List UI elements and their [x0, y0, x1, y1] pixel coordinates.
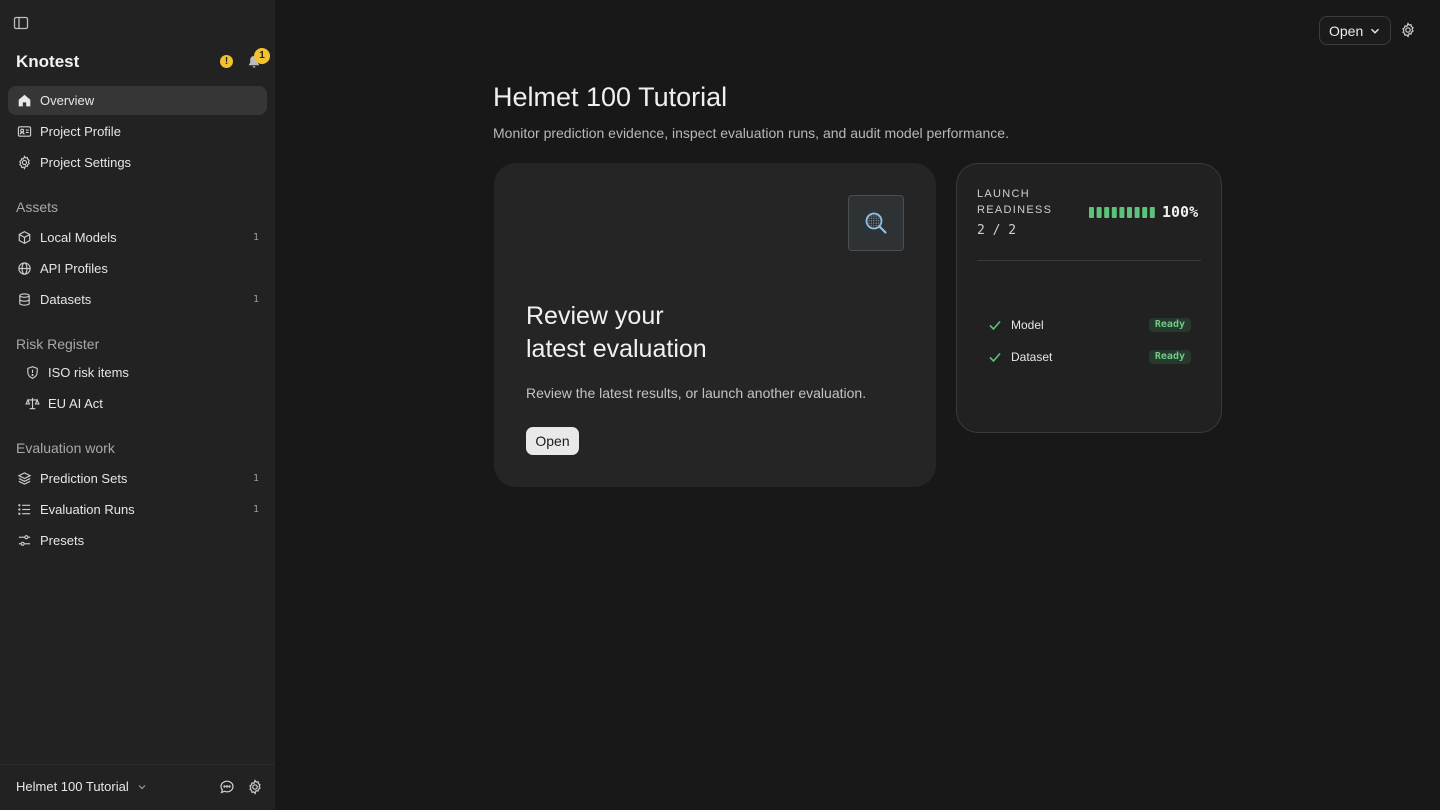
item-count: 1 [252, 232, 259, 243]
home-icon [16, 93, 32, 109]
sidebar-item-evaluation-runs[interactable]: Evaluation Runs 1 [8, 495, 267, 524]
brand-name: Knotest [16, 52, 80, 71]
open-dropdown[interactable]: Open [1319, 16, 1391, 45]
progress-segment [1096, 207, 1102, 218]
readiness-item-name: Dataset [1011, 350, 1053, 364]
readiness-label: LAUNCH READINESS [977, 186, 1077, 218]
progress-segment [1127, 207, 1132, 218]
progress-segment [1111, 207, 1117, 218]
divider [977, 260, 1201, 261]
sidebar-item-project-settings[interactable]: Project Settings [8, 148, 267, 177]
sliders-icon [16, 533, 32, 549]
chat-icon[interactable] [219, 779, 235, 795]
sidebar-item-iso-risk-items[interactable]: ISO risk items [8, 358, 267, 387]
progress-segment [1104, 207, 1110, 218]
progress-segment [1134, 207, 1140, 218]
chevron-down-icon [1371, 28, 1380, 34]
sidebar-footer: Helmet 100 Tutorial [0, 764, 275, 810]
sidebar-item-label: Overview [40, 93, 95, 108]
chevron-down-icon [138, 784, 146, 789]
warning-icon[interactable]: ! [220, 55, 233, 68]
section-risk-register: Risk Register [16, 336, 100, 352]
sidebar-item-overview[interactable]: Overview [8, 86, 267, 115]
search-tile [848, 195, 904, 251]
sidebar-item-presets[interactable]: Presets [8, 526, 267, 555]
card-heading: Review your latest evaluation [526, 300, 906, 366]
readiness-item-name: Model [1011, 318, 1044, 332]
review-evaluation-card: Review your latest evaluation Review the… [494, 163, 936, 487]
sidebar-item-label: Presets [40, 533, 85, 548]
progress-segment [1119, 207, 1125, 218]
settings-gear-icon[interactable] [247, 779, 263, 795]
gear-icon [16, 155, 32, 171]
sidebar-item-label: Prediction Sets [40, 471, 128, 486]
sidebar-item-api-profiles[interactable]: API Profiles [8, 254, 267, 283]
progress-segment [1142, 207, 1148, 218]
status-badge: Ready [1148, 318, 1191, 332]
readiness-label-line2: READINESS [977, 204, 1053, 216]
item-count: 1 [252, 473, 259, 484]
list-icon [16, 502, 32, 518]
check-icon [989, 320, 1001, 331]
sidebar-item-eu-ai-act[interactable]: EU AI Act [8, 389, 267, 418]
sidebar-item-project-profile[interactable]: Project Profile [8, 117, 267, 146]
readiness-count: 2 / 2 [977, 223, 1017, 238]
sidebar-item-label: Datasets [40, 292, 92, 307]
progress-segment [1149, 207, 1155, 218]
sidebar-item-local-models[interactable]: Local Models 1 [8, 223, 267, 252]
sidebar-item-datasets[interactable]: Datasets 1 [8, 285, 267, 314]
card-heading-line1: Review your [526, 302, 664, 330]
globe-icon [16, 261, 32, 277]
shield-icon [24, 365, 40, 381]
sidebar-item-label: EU AI Act [48, 396, 103, 411]
section-evaluation-work: Evaluation work [16, 440, 115, 456]
project-name: Helmet 100 Tutorial [16, 779, 129, 794]
card-description: Review the latest results, or launch ano… [526, 385, 867, 401]
project-switcher[interactable]: Helmet 100 Tutorial [16, 779, 147, 794]
cube-icon [16, 230, 32, 246]
sidebar-item-label: Evaluation Runs [40, 502, 135, 517]
readiness-label-line1: LAUNCH [977, 188, 1031, 200]
readiness-percent: 100% [1162, 203, 1199, 221]
layers-icon [16, 471, 32, 487]
magnifier-icon [865, 212, 887, 234]
page-title: Helmet 100 Tutorial [493, 82, 728, 112]
notification-badge: 1 [254, 48, 270, 64]
item-count: 1 [252, 294, 259, 305]
readiness-progress-bar [1089, 207, 1155, 218]
sidebar-item-label: ISO risk items [48, 365, 129, 380]
check-icon [989, 352, 1001, 363]
sidebar-item-label: Project Settings [40, 155, 132, 170]
sidebar-item-label: Local Models [40, 230, 117, 245]
launch-readiness-card: LAUNCH READINESS 2 / 2 100% Model Ready … [956, 163, 1222, 433]
id-card-icon [16, 124, 32, 140]
page-subtitle: Monitor prediction evidence, inspect eva… [493, 125, 1009, 141]
section-assets: Assets [16, 199, 59, 215]
item-count: 1 [252, 504, 259, 515]
sidebar-item-label: API Profiles [40, 261, 108, 276]
card-heading-line2: latest evaluation [526, 335, 707, 363]
open-dropdown-label: Open [1329, 22, 1364, 39]
readiness-item-dataset: Dataset Ready [987, 348, 1191, 366]
sidebar: Knotest ! 1 Overview Project Profile Pro… [0, 0, 275, 810]
progress-segment [1089, 207, 1094, 218]
database-icon [16, 292, 32, 308]
sidebar-toggle-icon[interactable] [12, 14, 30, 32]
sidebar-item-prediction-sets[interactable]: Prediction Sets 1 [8, 464, 267, 493]
open-button[interactable]: Open [526, 427, 579, 455]
sidebar-item-label: Project Profile [40, 124, 121, 139]
readiness-item-model: Model Ready [987, 316, 1191, 334]
gear-icon[interactable] [1400, 22, 1416, 38]
scale-icon [24, 396, 40, 412]
brand-row: Knotest ! 1 [16, 48, 270, 74]
status-badge: Ready [1148, 350, 1191, 364]
